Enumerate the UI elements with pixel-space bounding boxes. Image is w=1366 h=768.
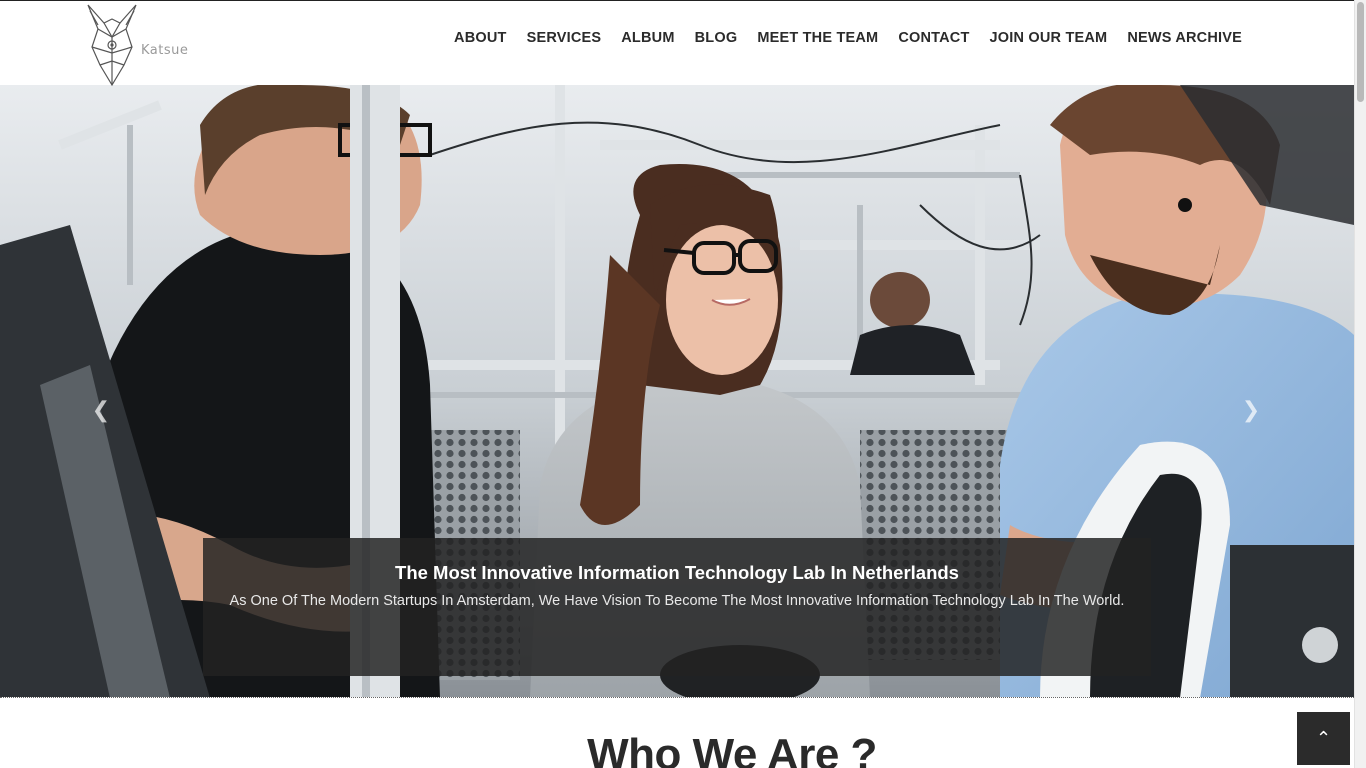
nav-item-about[interactable]: ABOUT xyxy=(444,28,517,48)
page-scrollbar[interactable] xyxy=(1354,0,1366,768)
scrollbar-thumb[interactable] xyxy=(1357,2,1364,102)
caption-title: The Most Innovative Information Technolo… xyxy=(395,562,959,583)
site-header: Katsue ABOUT SERVICES ALBUM BLOG MEET TH… xyxy=(0,0,1354,87)
hero-carousel: ❮ ❯ The Most Innovative Information Tech… xyxy=(0,85,1354,698)
hero-caption: The Most Innovative Information Technolo… xyxy=(203,538,1151,676)
nav-item-album[interactable]: ALBUM xyxy=(611,28,684,48)
brand-name: Katsue xyxy=(141,43,189,58)
back-to-top-button[interactable]: ⌃ xyxy=(1297,712,1350,765)
section-title-who-we-are: Who We Are ? xyxy=(587,730,877,768)
nav-item-services[interactable]: SERVICES xyxy=(517,28,612,48)
chevron-up-icon: ⌃ xyxy=(1315,728,1332,749)
caption-text: As One Of The Modern Startups In Amsterd… xyxy=(229,593,1125,609)
fox-head-icon xyxy=(87,4,137,87)
site-logo[interactable]: Katsue xyxy=(82,3,202,87)
nav-item-contact[interactable]: CONTACT xyxy=(888,28,979,48)
main-nav: ABOUT SERVICES ALBUM BLOG MEET THE TEAM … xyxy=(444,28,1252,48)
carousel-next-button[interactable]: ❯ xyxy=(1241,399,1261,423)
nav-item-news-archive[interactable]: NEWS ARCHIVE xyxy=(1117,28,1252,48)
page: Katsue ABOUT SERVICES ALBUM BLOG MEET TH… xyxy=(0,0,1354,768)
nav-item-meet-the-team[interactable]: MEET THE TEAM xyxy=(747,28,888,48)
chevron-left-icon: ❮ xyxy=(91,398,111,423)
nav-item-blog[interactable]: BLOG xyxy=(685,28,748,48)
chevron-right-icon: ❯ xyxy=(1241,398,1261,423)
nav-item-join-our-team[interactable]: JOIN OUR TEAM xyxy=(980,28,1118,48)
carousel-prev-button[interactable]: ❮ xyxy=(91,399,111,423)
